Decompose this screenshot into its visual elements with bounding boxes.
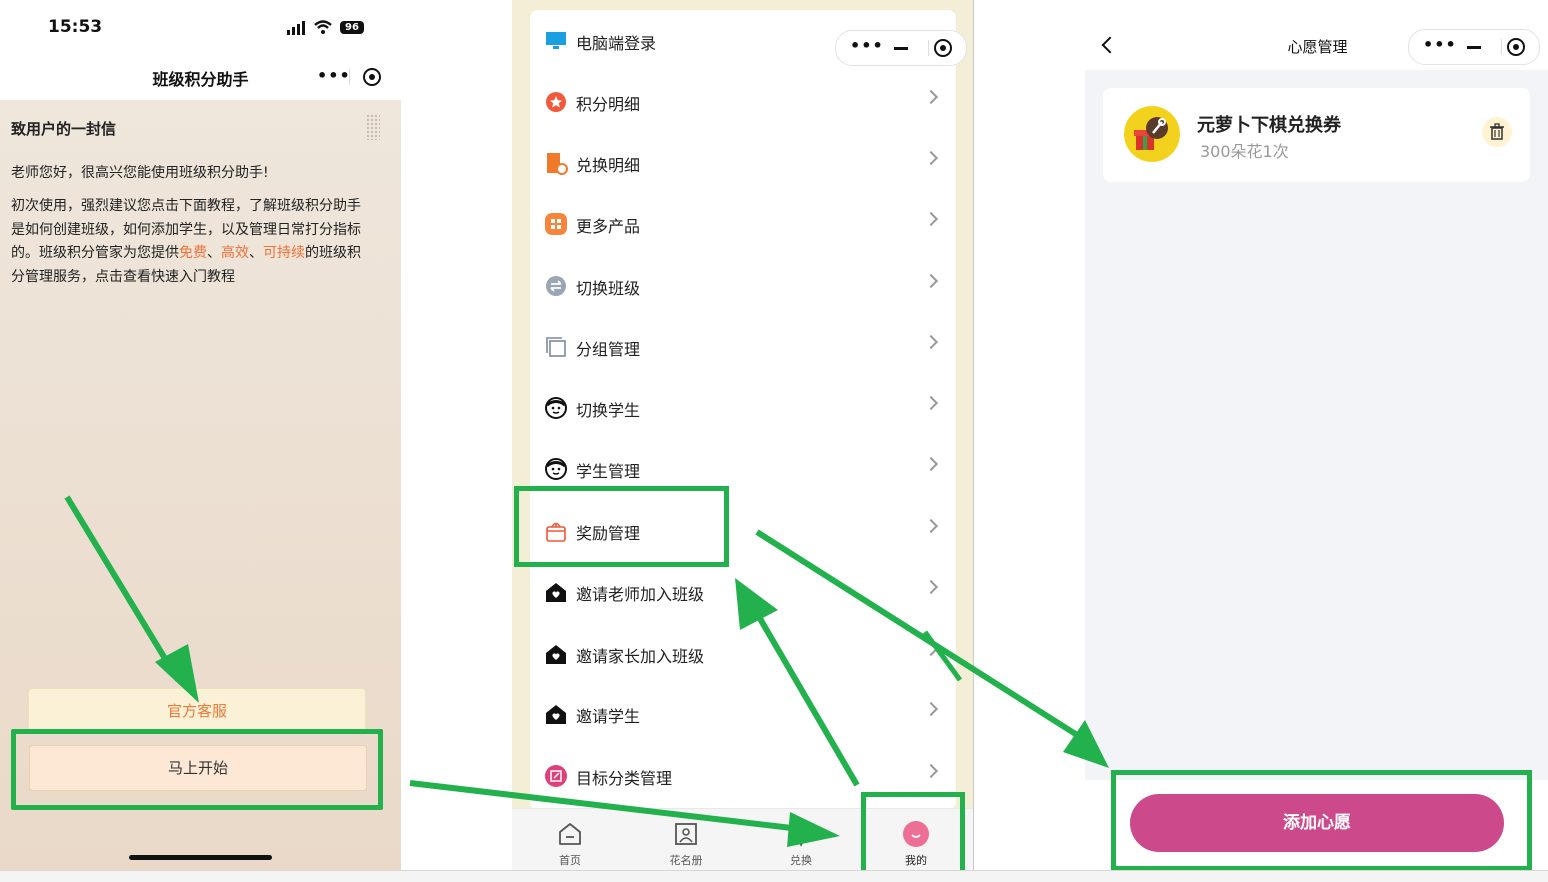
letter-body: 初次使用，强烈建议您点击下面教程，了解班级积分助手是如何创建班级，如何添加学生，… bbox=[11, 195, 373, 289]
close-target-icon[interactable] bbox=[363, 68, 381, 86]
capsule-divider bbox=[1501, 39, 1502, 55]
wish-cost: 300朵花1次 bbox=[1200, 142, 1289, 161]
menu-item-label: 切换班级 bbox=[576, 279, 641, 298]
chevron-right-icon bbox=[923, 211, 939, 227]
student-face-icon bbox=[544, 396, 568, 420]
capsule-divider bbox=[928, 40, 929, 56]
letter-separator: 、 bbox=[207, 245, 221, 261]
chevron-right-icon bbox=[923, 334, 939, 350]
highlight-efficient: 高效 bbox=[221, 245, 249, 261]
exchange-icon bbox=[787, 820, 815, 848]
chevron-right-icon bbox=[923, 701, 939, 717]
letter-separator: 、 bbox=[249, 245, 263, 261]
menu-item-label: 邀请学生 bbox=[576, 707, 641, 726]
points-icon bbox=[544, 90, 568, 114]
menu-item-label: 分组管理 bbox=[576, 340, 641, 359]
house-heart-icon bbox=[544, 580, 568, 604]
screenshot-stage: 15:53 96 班级积分助手 ••• 致用户的一封信 老师您好，很高兴您能使用… bbox=[0, 0, 1548, 882]
menu-item[interactable]: 邀请学生 bbox=[540, 694, 948, 734]
menu-item-label: 积分明细 bbox=[576, 95, 641, 114]
miniprogram-capsule: ••• bbox=[307, 62, 391, 92]
menu-item-label: 电脑端登录 bbox=[576, 34, 657, 53]
wifi-icon bbox=[314, 20, 332, 34]
minimize-icon[interactable] bbox=[1467, 46, 1481, 49]
battery-icon: 96 bbox=[340, 21, 364, 34]
tab-label: 兑换 bbox=[790, 854, 812, 867]
tab-home[interactable]: 首页 bbox=[535, 810, 605, 867]
signal-icon bbox=[287, 21, 305, 35]
miniprogram-capsule: ••• bbox=[835, 30, 967, 66]
grid-apps-icon bbox=[544, 212, 568, 236]
menu-item-label: 更多产品 bbox=[576, 217, 641, 236]
chevron-right-icon bbox=[923, 150, 939, 166]
menu-item[interactable]: 切换班级 bbox=[540, 266, 948, 306]
tab-label: 花名册 bbox=[669, 854, 703, 867]
home-icon bbox=[556, 820, 584, 848]
gift-list-icon bbox=[544, 151, 568, 175]
menu-item[interactable]: 邀请家长加入班级 bbox=[540, 634, 948, 674]
edit-category-icon bbox=[544, 764, 568, 788]
student-face-icon bbox=[544, 457, 568, 481]
capsule-divider bbox=[349, 69, 350, 85]
menu-item-label: 兑换明细 bbox=[576, 156, 641, 175]
annotation-highlight-box bbox=[1111, 770, 1532, 871]
menu-item-label: 目标分类管理 bbox=[576, 769, 673, 788]
chess-gift-icon bbox=[1124, 106, 1180, 162]
menu-item[interactable]: 切换学生 bbox=[540, 388, 948, 428]
menu-item[interactable]: 兑换明细 bbox=[540, 143, 948, 183]
minimize-icon[interactable] bbox=[894, 47, 908, 50]
more-icon[interactable]: ••• bbox=[850, 36, 884, 55]
home-indicator bbox=[129, 855, 272, 860]
menu-item[interactable]: 学生管理 bbox=[540, 449, 948, 489]
annotation-highlight-box bbox=[11, 729, 383, 810]
annotation-highlight-box bbox=[514, 486, 729, 567]
menu-item[interactable]: 分组管理 bbox=[540, 327, 948, 367]
menu-item-label: 邀请家长加入班级 bbox=[576, 647, 705, 666]
group-icon bbox=[544, 335, 568, 359]
menu-item[interactable]: 积分明细 bbox=[540, 82, 948, 122]
close-target-icon[interactable] bbox=[1507, 38, 1525, 56]
tab-roster[interactable]: 花名册 bbox=[651, 810, 721, 867]
panel-divider bbox=[973, 0, 974, 870]
close-target-icon[interactable] bbox=[934, 39, 952, 57]
official-service-button[interactable]: 官方客服 bbox=[28, 688, 366, 734]
menu-item-label: 切换学生 bbox=[576, 401, 641, 420]
page-title: 心愿管理 bbox=[1287, 38, 1348, 56]
annotation-highlight-box bbox=[861, 792, 965, 879]
miniprogram-capsule: ••• bbox=[1408, 29, 1540, 65]
menu-item[interactable]: 更多产品 bbox=[540, 204, 948, 244]
chevron-right-icon bbox=[923, 89, 939, 105]
tab-exchange[interactable]: 兑换 bbox=[766, 810, 836, 867]
tab-label: 首页 bbox=[559, 854, 581, 867]
status-time: 15:53 bbox=[48, 17, 103, 37]
delete-icon[interactable] bbox=[1482, 117, 1512, 147]
menu-item[interactable]: 邀请老师加入班级 bbox=[540, 572, 948, 612]
letter-title: 致用户的一封信 bbox=[11, 120, 117, 138]
drag-handle-icon bbox=[366, 114, 380, 140]
chevron-right-icon bbox=[923, 395, 939, 411]
letter-greeting: 老师您好，很高兴您能使用班级积分助手! bbox=[11, 165, 269, 181]
house-heart-icon bbox=[544, 642, 568, 666]
more-icon[interactable]: ••• bbox=[1423, 35, 1457, 54]
more-icon[interactable]: ••• bbox=[317, 66, 351, 85]
monitor-icon bbox=[544, 29, 568, 53]
bottom-strip bbox=[0, 870, 1548, 882]
menu-item-label: 学生管理 bbox=[576, 462, 641, 481]
chevron-right-icon bbox=[923, 641, 939, 657]
menu-item-label: 邀请老师加入班级 bbox=[576, 585, 705, 604]
chevron-right-icon bbox=[923, 456, 939, 472]
wish-name: 元萝卜下棋兑换券 bbox=[1197, 115, 1341, 136]
chevron-right-icon bbox=[923, 518, 939, 534]
chevron-right-icon bbox=[923, 273, 939, 289]
house-heart-icon bbox=[544, 702, 568, 726]
highlight-sustainable: 可持续 bbox=[263, 245, 305, 261]
switch-icon bbox=[544, 274, 568, 298]
roster-icon bbox=[672, 820, 700, 848]
menu-item[interactable]: 目标分类管理 bbox=[540, 756, 948, 796]
highlight-free: 免费 bbox=[179, 245, 207, 261]
chevron-right-icon bbox=[923, 763, 939, 779]
chevron-right-icon bbox=[923, 579, 939, 595]
